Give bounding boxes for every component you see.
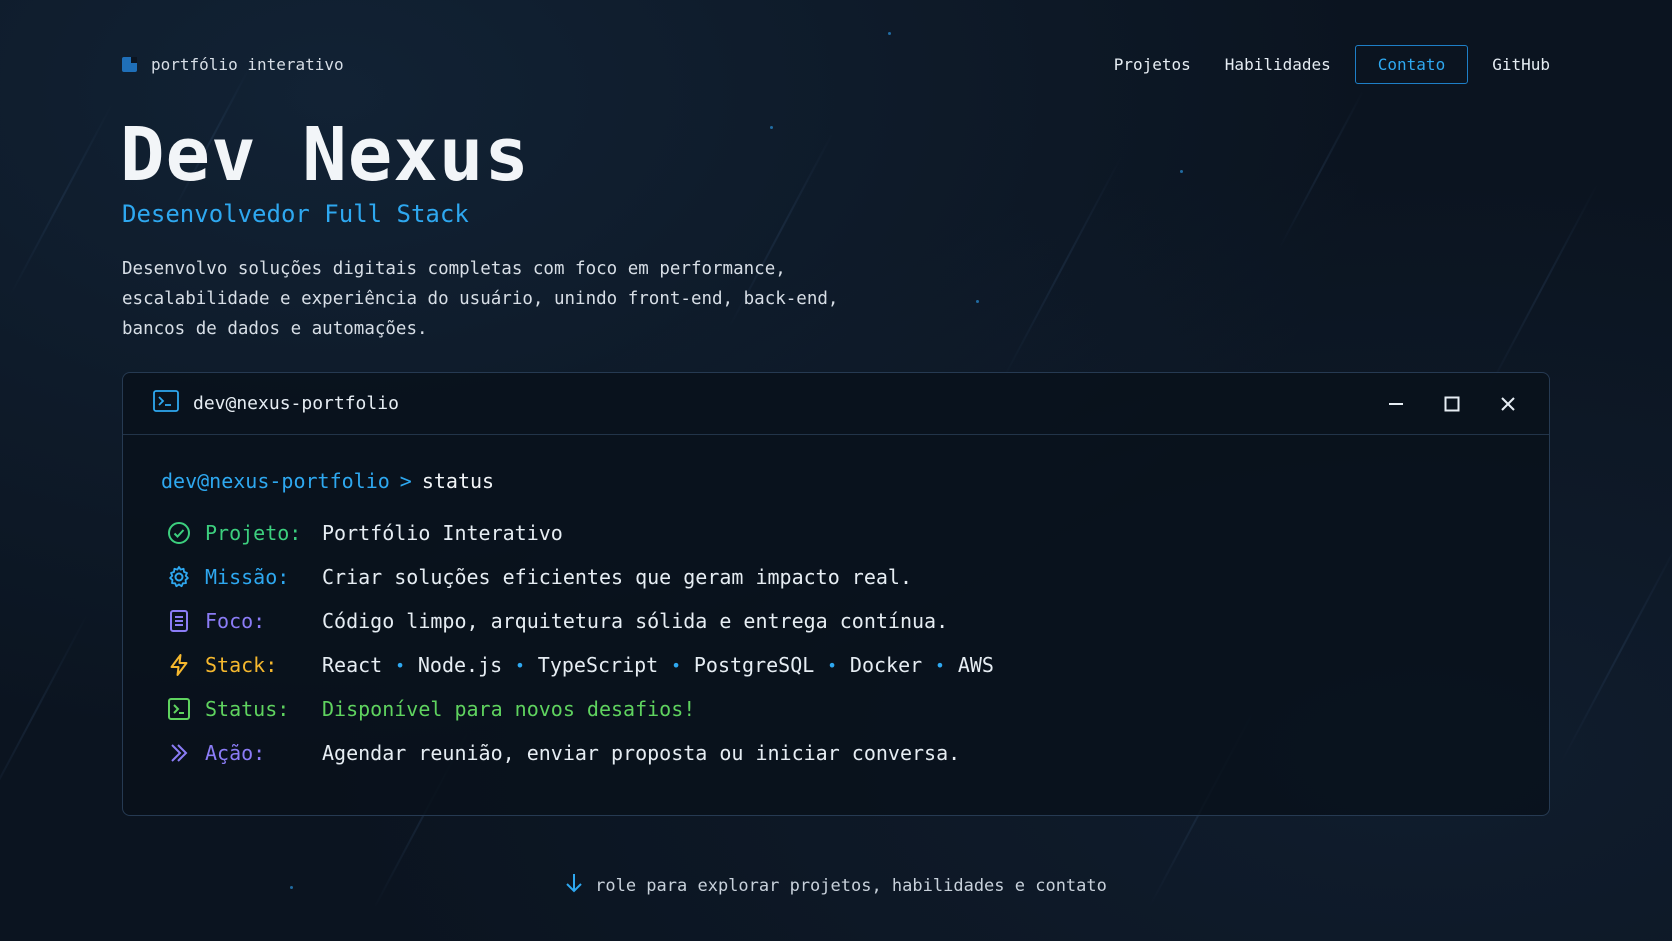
row-value: Disponível para novos desafios! (322, 697, 696, 721)
row-label: Projeto: (205, 521, 302, 545)
status-row-stack: Stack: React • Node.js • TypeScript • Po… (161, 643, 1511, 687)
terminal-prompt: dev@nexus-portfolio > status (161, 469, 1511, 493)
row-value: Portfólio Interativo (322, 521, 563, 545)
prompt-arrow: > (399, 469, 412, 493)
stack-item: Node.js (417, 653, 503, 677)
prompt-user: dev@nexus-portfolio (161, 469, 390, 493)
lightning-icon (165, 651, 193, 679)
nav-link-github[interactable]: GitHub (1492, 55, 1550, 74)
stack-separator: • (827, 655, 837, 675)
status-row-status: Status: Disponível para novos desafios! (161, 687, 1511, 731)
top-nav: portfólio interativo Projetos Habilidade… (122, 44, 1550, 84)
page-title: Dev Nexus (120, 112, 530, 198)
row-value: Código limpo, arquitetura sólida e entre… (322, 609, 949, 633)
row-value: Criar soluções eficientes que geram impa… (322, 565, 913, 589)
stack-item: Docker (849, 653, 923, 677)
terminal-title-bar: dev@nexus-portfolio (123, 373, 1549, 435)
minimize-icon (1389, 402, 1403, 405)
brand-label: portfólio interativo (151, 54, 344, 74)
minimize-button[interactable] (1385, 393, 1407, 415)
brand[interactable]: portfólio interativo (122, 55, 344, 74)
close-button[interactable] (1497, 393, 1519, 415)
terminal-icon (165, 695, 193, 723)
stack-separator: • (395, 655, 405, 675)
page-subtitle: Desenvolvedor Full Stack (122, 200, 469, 228)
row-label: Missão: (205, 565, 290, 589)
row-label: Status: (205, 697, 290, 721)
row-value: Agendar reunião, enviar proposta ou inic… (322, 741, 961, 765)
terminal-title: dev@nexus-portfolio (193, 393, 399, 414)
gear-icon (165, 563, 193, 591)
scroll-hint-label: role para explorar projetos, habilidades… (595, 875, 1107, 896)
terminal-body: dev@nexus-portfolio > status Projeto: Port… (123, 435, 1549, 775)
nav-link-habilidades[interactable]: Habilidades (1225, 55, 1331, 74)
nav-link-projetos[interactable]: Projetos (1114, 55, 1191, 74)
row-label: Stack: (205, 653, 278, 677)
prompt-command: status (421, 469, 495, 493)
scroll-hint[interactable]: role para explorar projetos, habilidades… (0, 872, 1672, 899)
hero-description: Desenvolvo soluções digitais completas c… (122, 259, 839, 339)
status-row-projeto: Projeto: Portfólio Interativo (161, 511, 1511, 555)
terminal-icon (153, 390, 179, 417)
status-row-foco: Foco: Código limpo, arquitetura sólida e… (161, 599, 1511, 643)
stack-item: React (322, 653, 383, 677)
terminal-window: dev@nexus-portfolio dev@nexus-portfolio >… (122, 372, 1550, 816)
maximize-button[interactable] (1441, 393, 1463, 415)
maximize-icon (1444, 396, 1460, 411)
row-label: Ação: (205, 741, 266, 765)
check-circle-icon (165, 519, 193, 547)
close-icon (1501, 396, 1515, 411)
nav-link-contato[interactable]: Contato (1354, 44, 1469, 84)
arrow-down-icon (565, 872, 583, 899)
brand-logo-icon (122, 56, 137, 72)
stack-separator: • (935, 655, 945, 675)
row-label: Foco: (205, 609, 266, 633)
stack-item: TypeScript (537, 653, 659, 677)
status-row-missao: Missão: Criar soluções eficientes que ge… (161, 555, 1511, 599)
stack-list: React • Node.js • TypeScript • PostgreSQ… (322, 653, 994, 677)
status-row-acao: Ação: Agendar reunião, enviar proposta o… (161, 731, 1511, 775)
stack-item: AWS (957, 653, 994, 677)
stack-separator: • (515, 655, 525, 675)
nav-links: Projetos Habilidades Contato GitHub (1114, 44, 1550, 84)
stack-separator: • (671, 655, 681, 675)
chevron-right-icon (165, 739, 193, 767)
document-icon (165, 607, 193, 635)
stack-item: PostgreSQL (693, 653, 815, 677)
